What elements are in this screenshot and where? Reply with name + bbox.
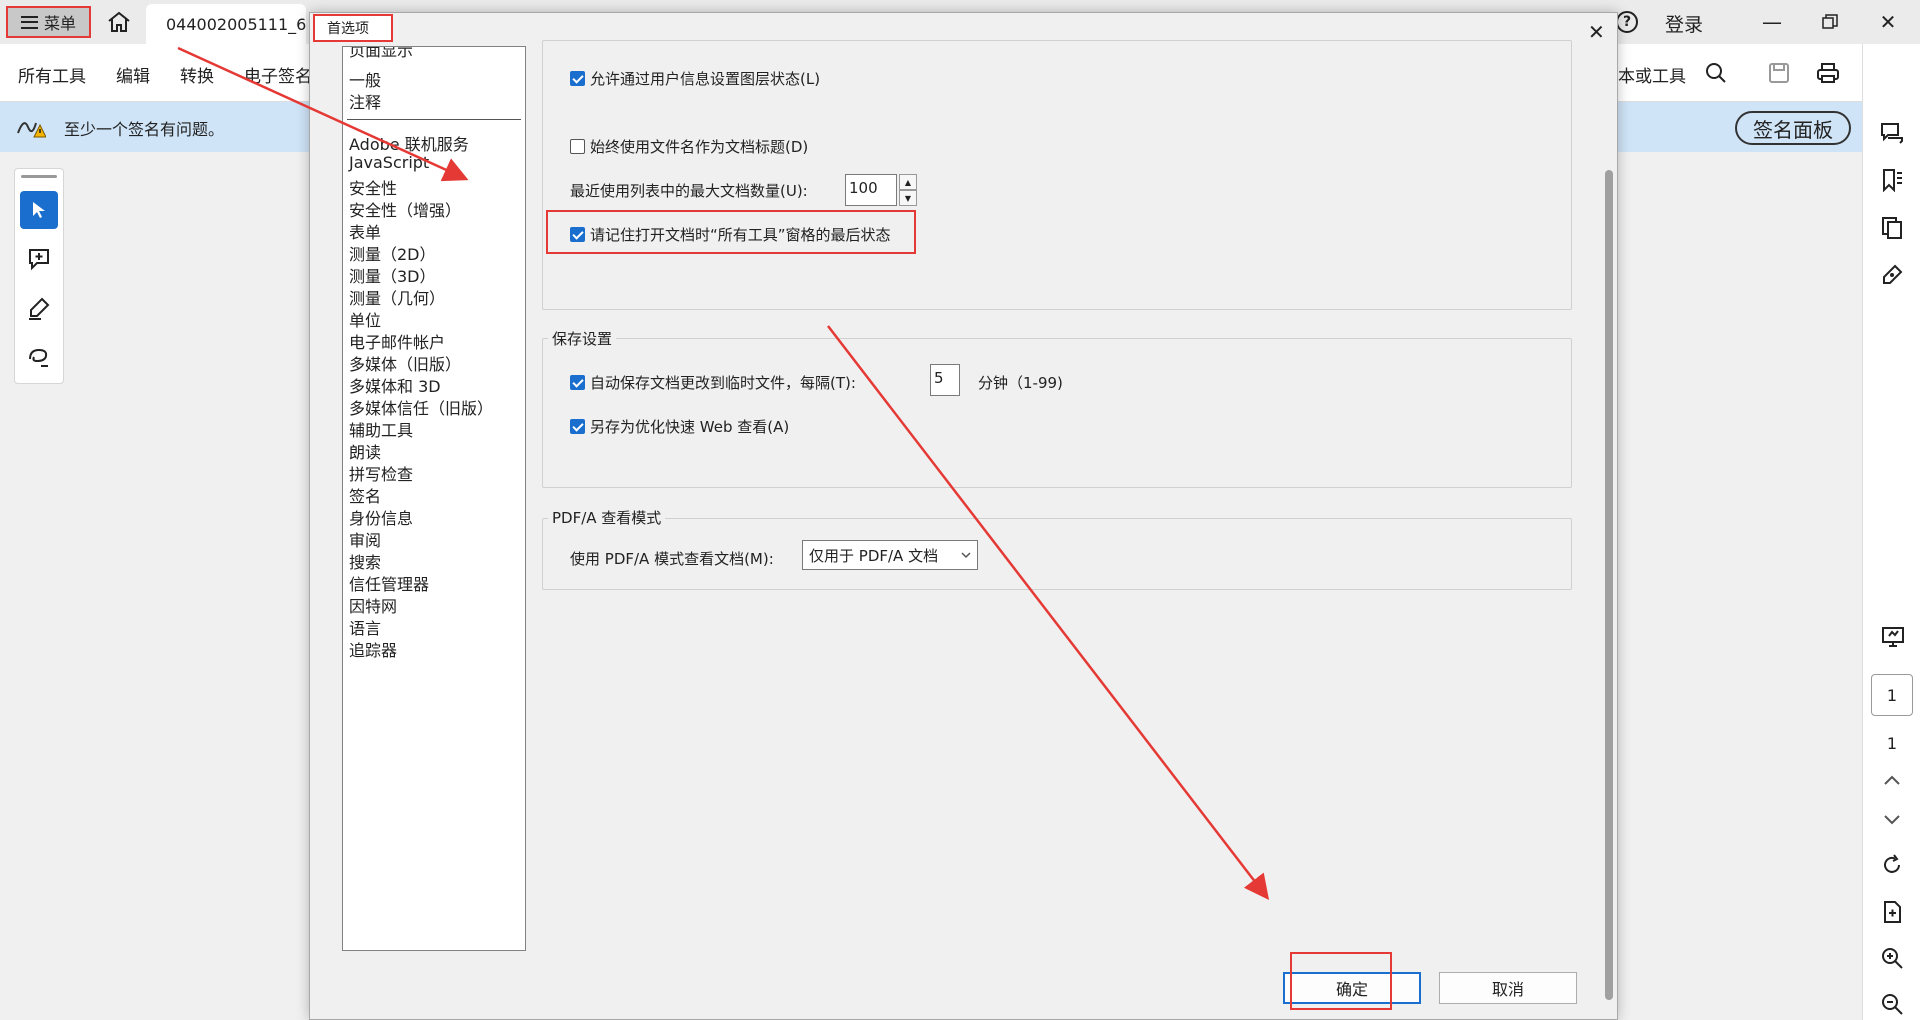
acrobat-window: 菜单 044002005111_6 ? 登录 — ✕ 所有工具 编辑 转换 电子… (0, 0, 1920, 1020)
arrow-to-ok (827, 325, 1270, 900)
arrow-menu-to-list (177, 46, 469, 182)
annotation-arrows (177, 46, 1270, 900)
